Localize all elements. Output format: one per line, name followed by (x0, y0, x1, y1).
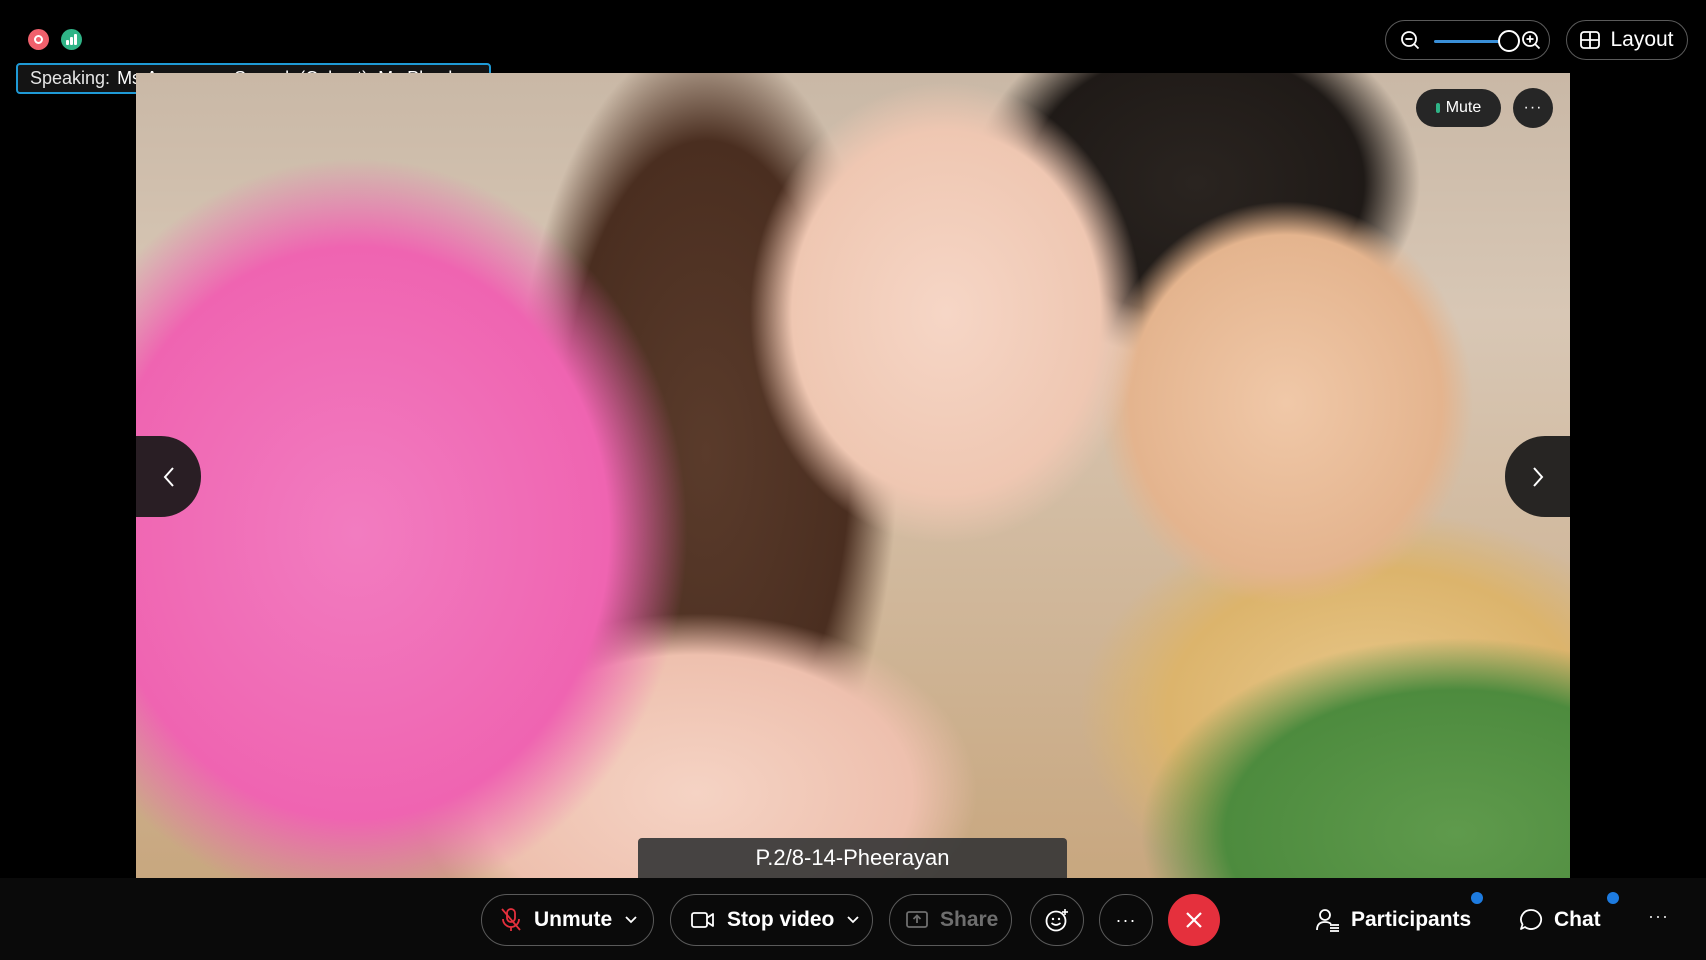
share-button[interactable]: Share (889, 894, 1012, 946)
chat-button[interactable]: Chat (1518, 894, 1601, 946)
stop-video-label: Stop video (727, 908, 835, 931)
zoom-slider-handle[interactable] (1498, 30, 1520, 52)
record-icon[interactable] (28, 29, 49, 50)
chevron-left-icon (163, 466, 174, 487)
zoom-out-icon[interactable] (1400, 30, 1420, 50)
participant-name-label: P.2/8-14-Pheerayan (638, 838, 1067, 878)
toolbar-overflow-button[interactable]: ··· (1648, 906, 1669, 927)
video-options-dropdown[interactable] (846, 915, 860, 925)
participant-video[interactable] (136, 73, 1570, 878)
unmute-label: Unmute (534, 908, 613, 931)
microphone-muted-icon (501, 908, 521, 931)
layout-button[interactable]: Layout (1566, 20, 1688, 60)
participants-notification-badge (1471, 892, 1483, 904)
audio-options-dropdown[interactable] (624, 915, 638, 925)
chat-bubble-icon (1520, 909, 1543, 930)
chat-notification-badge (1607, 892, 1619, 904)
chevron-right-icon (1532, 466, 1543, 487)
stop-video-button[interactable]: Stop video (670, 894, 873, 946)
leave-meeting-button[interactable] (1168, 894, 1220, 946)
participants-label: Participants (1351, 908, 1472, 931)
participant-mute-button[interactable]: Mute (1416, 89, 1501, 127)
share-screen-icon (906, 911, 928, 928)
network-signal-icon[interactable] (61, 29, 82, 50)
more-options-button[interactable]: ··· (1099, 894, 1153, 946)
mute-label: Mute (1445, 99, 1482, 116)
unmute-button[interactable]: Unmute (481, 894, 654, 946)
chevron-down-icon (847, 916, 859, 924)
chat-label: Chat (1554, 908, 1601, 931)
speaking-label: Speaking: (30, 68, 111, 88)
reactions-button[interactable] (1030, 894, 1084, 946)
video-zoom-control (1385, 20, 1550, 60)
grid-layout-icon (1580, 31, 1601, 49)
close-icon (1186, 912, 1202, 928)
participant-more-button[interactable]: ··· (1513, 88, 1553, 128)
smiley-add-icon (1045, 909, 1068, 932)
video-camera-icon (691, 912, 714, 928)
audio-level-icon (1435, 103, 1440, 113)
layout-label: Layout (1610, 28, 1674, 51)
zoom-in-icon[interactable] (1521, 30, 1541, 50)
participants-button[interactable]: Participants (1315, 894, 1471, 946)
chevron-down-icon (625, 916, 637, 924)
share-label: Share (940, 908, 999, 931)
participants-icon (1316, 909, 1339, 932)
